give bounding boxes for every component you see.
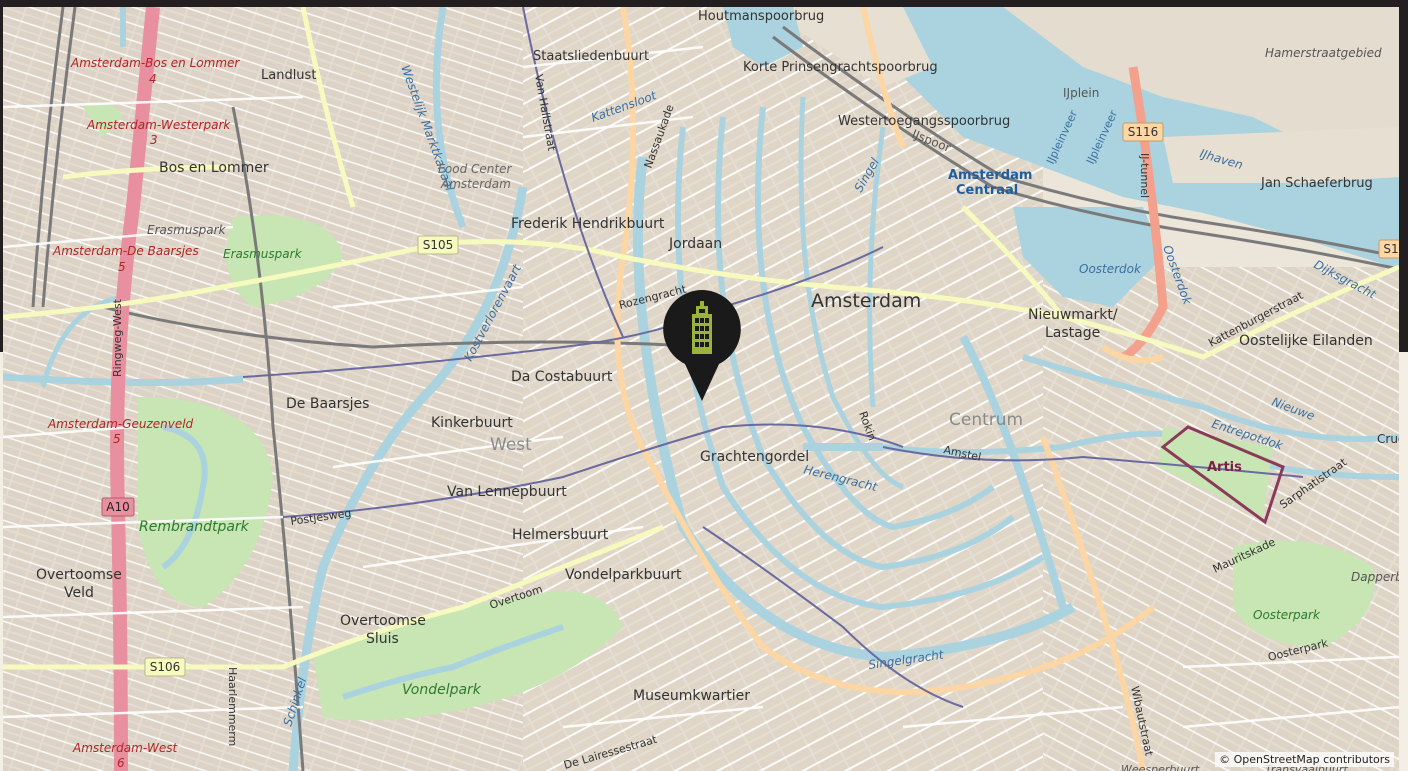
label-jan-schaeferbrug: Jan Schaeferbrug <box>1260 176 1373 191</box>
label-overtoomse-veld-2: Veld <box>64 585 94 601</box>
label-station-bos-lommer: Amsterdam-Bos en Lommer <box>70 56 240 70</box>
label-cruq: Cruq <box>1377 432 1399 446</box>
label-station-amsterdam-west-num: 6 <box>117 756 125 770</box>
label-bos-en-lommer: Bos en Lommer <box>159 160 269 176</box>
label-haarlemmermeer: Haarlemmerm <box>226 667 239 746</box>
label-oostelijke-eilanden: Oostelijke Eilanden <box>1239 333 1373 349</box>
label-centrum: Centrum <box>949 410 1023 430</box>
label-de-baarsjes: De Baarsjes <box>286 396 369 412</box>
label-station-bos-lommer-num: 4 <box>149 72 157 86</box>
label-erasmuspark-station: Erasmuspark <box>147 223 227 237</box>
label-artis: Artis <box>1207 460 1242 475</box>
label-station-de-baarsjes: Amsterdam-De Baarsjes <box>52 244 199 258</box>
label-food-center-2: Amsterdam <box>440 177 511 191</box>
road-badge-s116: S116 <box>1122 122 1164 142</box>
label-weesperbuurt: Weesperbuurt <box>1121 763 1200 771</box>
label-vondelparkbuurt: Vondelparkbuurt <box>565 567 682 583</box>
label-vondelpark: Vondelpark <box>402 682 482 698</box>
road-badge-s116-label: S116 <box>1128 125 1159 139</box>
label-overtoomse-veld: Overtoomse <box>36 567 122 583</box>
map-frame[interactable]: S105 S106 S116 A10 S1 Houtmanspoorbrug S… <box>0 0 1408 771</box>
label-amsterdam: Amsterdam <box>811 290 921 312</box>
label-landlust: Landlust <box>261 68 316 83</box>
road-badge-s105-label: S105 <box>423 238 454 252</box>
label-rembrandtpark: Rembrandtpark <box>139 519 250 535</box>
label-museumkwartier: Museumkwartier <box>633 688 750 704</box>
road-badge-s105: S105 <box>417 235 459 255</box>
label-food-center: Food Center <box>438 162 512 176</box>
label-nieuwmarkt-2: Lastage <box>1045 325 1100 341</box>
label-station-westerpark: Amsterdam-Westerpark <box>86 118 231 132</box>
label-grachtengordel: Grachtengordel <box>700 449 809 465</box>
label-jordaan: Jordaan <box>668 236 722 252</box>
label-staatsliedenbuurt: Staatsliedenbuurt <box>533 49 649 64</box>
label-station-amsterdam-west: Amsterdam-West <box>72 741 178 755</box>
label-station-geuzenveld-num: 5 <box>113 432 121 446</box>
road-badge-s1-label: S1 <box>1383 242 1398 256</box>
label-korte-prinsengrachtspoorbrug: Korte Prinsengrachtspoorbrug <box>743 60 938 75</box>
label-houtmanspoorbrug: Houtmanspoorbrug <box>698 9 824 24</box>
label-oosterpark: Oosterpark <box>1253 608 1321 622</box>
label-amsterdam-centraal-2: Centraal <box>956 183 1018 198</box>
label-overtoomse-sluis: Overtoomse <box>340 613 426 629</box>
label-frederik-hendrikbuurt: Frederik Hendrikbuurt <box>511 216 665 232</box>
page-background-right <box>1399 352 1408 771</box>
label-ringweg-west: Ringweg-West <box>111 298 124 377</box>
label-west: West <box>490 435 532 455</box>
label-hamerstraatgebied: Hamerstraatgebied <box>1265 46 1382 60</box>
label-westertoegangsspoorbrug: Westertoegangsspoorbrug <box>838 114 1010 129</box>
road-badge-s106: S106 <box>144 657 186 677</box>
label-ijtunnel: IJ-tunnel <box>1138 153 1151 198</box>
label-dapperbu: Dapperbu <box>1351 570 1399 584</box>
label-erasmuspark: Erasmuspark <box>223 247 303 261</box>
label-helmersbuurt: Helmersbuurt <box>512 527 609 543</box>
label-ijplein: IJplein <box>1063 86 1099 100</box>
label-van-lennepbuurt: Van Lennepbuurt <box>447 484 567 500</box>
road-badge-a10: A10 <box>101 497 135 517</box>
label-station-geuzenveld: Amsterdam-Geuzenveld <box>47 417 194 431</box>
label-oosterdok: Oosterdok <box>1079 262 1142 276</box>
label-station-de-baarsjes-num: 5 <box>118 260 126 274</box>
label-nieuwmarkt: Nieuwmarkt/ <box>1028 307 1118 323</box>
label-kinkerbuurt: Kinkerbuurt <box>431 415 513 431</box>
label-da-costabuurt: Da Costabuurt <box>511 369 613 385</box>
location-marker[interactable] <box>661 288 743 404</box>
road-badge-a10-label: A10 <box>106 500 129 514</box>
label-station-westerpark-num: 3 <box>150 133 158 147</box>
road-badge-s106-label: S106 <box>150 660 181 674</box>
label-overtoomse-sluis-2: Sluis <box>366 631 399 647</box>
label-amsterdam-centraal: Amsterdam <box>948 168 1032 183</box>
map-attribution[interactable]: © OpenStreetMap contributors <box>1215 752 1394 767</box>
road-badge-s1: S1 <box>1378 239 1399 259</box>
